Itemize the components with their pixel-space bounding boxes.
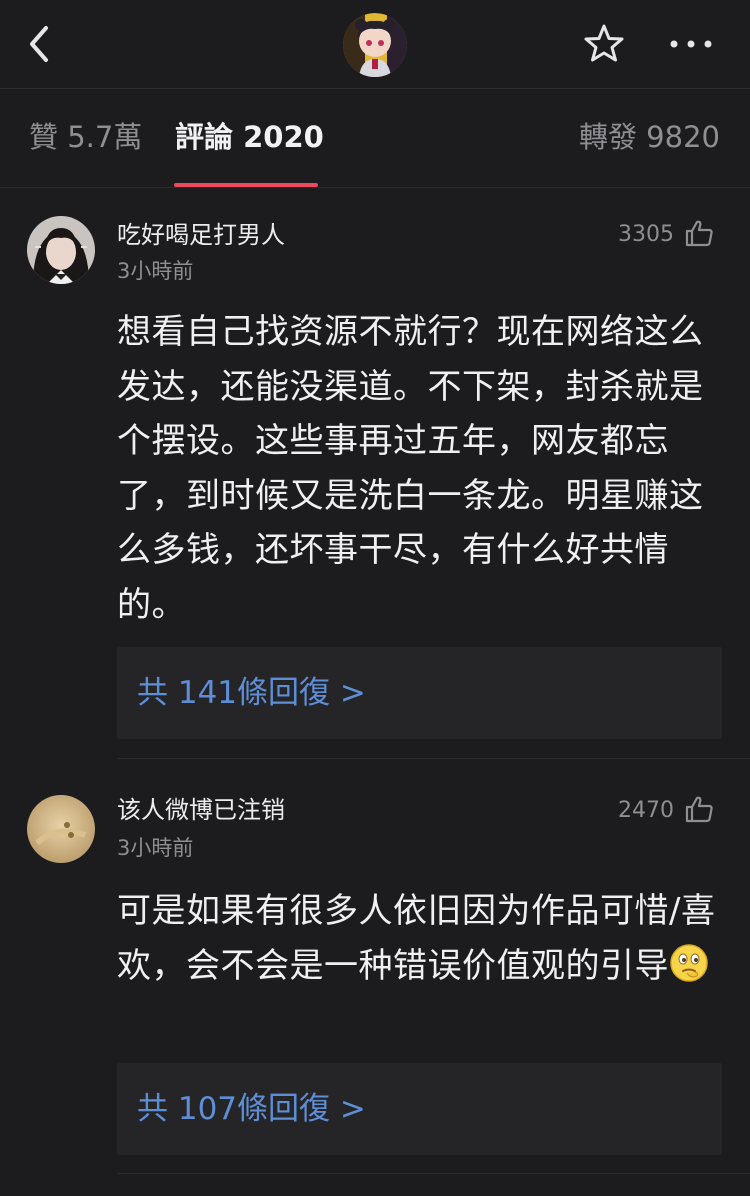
tab-reposts[interactable]: 轉發 9820: [579, 119, 720, 155]
anime-girl-avatar: [343, 13, 407, 77]
thumbs-up-icon: [685, 220, 713, 247]
commenter-avatar[interactable]: [27, 216, 95, 284]
top-bar: [0, 0, 750, 89]
more-button[interactable]: [666, 22, 716, 66]
replies-box[interactable]: 共 107條回復 >: [117, 1063, 722, 1155]
more-dots-icon: [670, 40, 712, 48]
like-count: 3305: [618, 222, 674, 247]
comment-divider: [117, 1173, 750, 1174]
chevron-left-icon: [30, 26, 48, 62]
tab-bar: 贊 5.7萬 評論 2020 轉發 9820: [0, 89, 750, 188]
comment-text-wrap: 可是如果有很多人依旧因为作品可惜/喜欢，会不会是一种错误价值观的引导: [117, 884, 717, 993]
commenter-username[interactable]: 吃好喝足打男人: [117, 220, 285, 250]
commenter-username[interactable]: 该人微博已注销: [117, 795, 285, 825]
user-avatar-photo: [27, 795, 95, 863]
back-button[interactable]: [22, 22, 62, 66]
comment-text: 想看自己找资源不就行？现在网络这么发达，还能没渠道。不下架，封杀就是个摆设。这些…: [117, 312, 704, 625]
like-count: 2470: [618, 798, 674, 823]
author-avatar[interactable]: [343, 13, 407, 77]
comment-text: 可是如果有很多人依旧因为作品可惜/喜欢，会不会是一种错误价值观的引导: [117, 891, 716, 986]
comment-item: 吃好喝足打男人 3小時前 3305 想看自己找资源不就行？现在网络这么发达，还能…: [0, 188, 750, 759]
tab-comments[interactable]: 評論 2020: [175, 119, 324, 155]
comment-item: 该人微博已注销 3小時前 2470 可是如果有很多人依旧因为作品可惜/喜欢，会不…: [0, 759, 750, 1179]
tab-likes[interactable]: 贊 5.7萬: [29, 119, 142, 155]
like-button[interactable]: [684, 218, 714, 248]
user-avatar-photo: [27, 216, 95, 284]
active-tab-indicator: [174, 183, 318, 187]
favorite-button[interactable]: [582, 22, 626, 66]
commenter-avatar[interactable]: [27, 795, 95, 863]
view-replies-link[interactable]: 共 107條回復 >: [137, 1090, 366, 1128]
thumbs-up-icon: [685, 796, 713, 823]
comment-timestamp: 3小時前: [117, 259, 194, 283]
replies-box[interactable]: 共 141條回復 >: [117, 647, 722, 739]
thinking-face-emoji: [670, 943, 708, 982]
view-replies-link[interactable]: 共 141條回復 >: [137, 674, 366, 712]
star-icon: [584, 24, 624, 62]
like-button[interactable]: [684, 794, 714, 824]
comment-timestamp: 3小時前: [117, 836, 194, 860]
